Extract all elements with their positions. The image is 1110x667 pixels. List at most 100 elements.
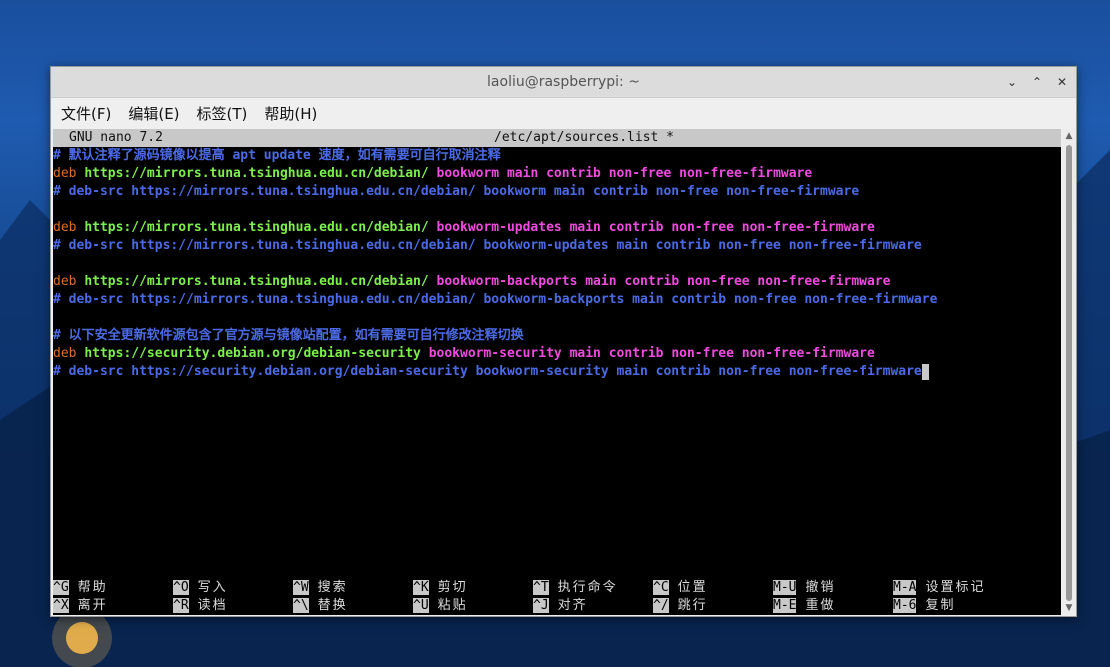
comment-text: # 以下安全更新软件源包含了官方源与镜像站配置，如有需要可自行修改注释切换 (53, 328, 524, 343)
shortcut-label: 粘贴 (437, 598, 468, 613)
shortcut-label: 对齐 (557, 598, 588, 613)
shortcut-key: ^W (293, 580, 309, 595)
shortcut-key: ^/ (653, 598, 669, 613)
scroll-down-icon[interactable]: ▼ (1062, 601, 1076, 615)
deb-keyword: deb (53, 166, 77, 181)
comment-text: # deb-src https://security.debian.org/de… (53, 364, 922, 379)
shortcut-label: 跳行 (677, 598, 708, 613)
shortcut-label: 剪切 (437, 580, 468, 595)
nano-header: GNU nano 7.2 /etc/apt/sources.list * (53, 129, 1061, 147)
shortcut-key: M-U (773, 580, 797, 595)
shortcut-item: M-E 重做 (773, 597, 836, 615)
menu-bar: 文件(F) 编辑(E) 标签(T) 帮助(H) (51, 98, 1076, 128)
nano-filename: /etc/apt/sources.list * (494, 130, 675, 145)
shortcut-label: 执行命令 (557, 580, 618, 595)
deb-keyword: deb (53, 346, 77, 361)
editor-line: deb https://security.debian.org/debian-s… (53, 345, 875, 363)
editor-line: deb https://mirrors.tuna.tsinghua.edu.cn… (53, 165, 812, 183)
shortcut-label: 写入 (197, 580, 228, 595)
shortcut-item: ^K 剪切 (413, 579, 468, 597)
components: main contrib non-free non-free-firmware (569, 220, 875, 235)
comment-text: # deb-src https://mirrors.tuna.tsinghua.… (53, 238, 922, 253)
minimize-chevron-down-icon[interactable]: ⌄ (1004, 74, 1020, 90)
nano-version: GNU nano 7.2 (69, 130, 163, 145)
shortcut-key: ^\ (293, 598, 309, 613)
shortcut-key: M-A (893, 580, 917, 595)
title-bar: laoliu@raspberrypi: ~ ⌄ ⌃ ✕ (51, 67, 1076, 98)
shortcut-item: M-U 撤销 (773, 579, 836, 597)
shortcut-item: ^X 离开 (53, 597, 108, 615)
suite-name: bookworm-backports (436, 274, 578, 289)
shortcut-item: M-6 复制 (893, 597, 956, 615)
shortcut-label: 位置 (677, 580, 708, 595)
shortcut-item: ^O 写入 (173, 579, 228, 597)
window-title: laoliu@raspberrypi: ~ (487, 74, 640, 90)
editor-line: deb https://mirrors.tuna.tsinghua.edu.cn… (53, 273, 890, 291)
shortcut-label: 重做 (805, 598, 836, 613)
repo-url: https://mirrors.tuna.tsinghua.edu.cn/deb… (84, 166, 429, 181)
shortcut-item: ^U 粘贴 (413, 597, 468, 615)
scroll-thumb[interactable] (1066, 145, 1072, 601)
menu-tabs[interactable]: 标签(T) (197, 103, 248, 124)
deb-keyword: deb (53, 220, 77, 235)
shortcut-item: ^G 帮助 (53, 579, 108, 597)
components: main contrib non-free non-free-firmware (585, 274, 891, 289)
close-icon[interactable]: ✕ (1054, 74, 1070, 90)
terminal-area[interactable]: GNU nano 7.2 /etc/apt/sources.list * # 默… (53, 129, 1061, 615)
shortcut-item: ^R 读档 (173, 597, 228, 615)
shortcut-label: 帮助 (77, 580, 108, 595)
shortcut-label: 复制 (925, 598, 956, 613)
deb-keyword: deb (53, 274, 77, 289)
shortcut-item: ^/ 跳行 (653, 597, 708, 615)
shortcut-item: ^T 执行命令 (533, 579, 618, 597)
shortcut-key: ^K (413, 580, 429, 595)
editor-line: # 默认注释了源码镜像以提高 apt update 速度，如有需要可自行取消注释 (53, 147, 501, 165)
maximize-chevron-up-icon[interactable]: ⌃ (1029, 74, 1045, 90)
editor-line: # deb-src https://mirrors.tuna.tsinghua.… (53, 291, 937, 309)
shortcut-item: ^W 搜索 (293, 579, 348, 597)
comment-text: # 默认注释了源码镜像以提高 apt update 速度，如有需要可自行取消注释 (53, 148, 501, 163)
comment-text: # deb-src https://mirrors.tuna.tsinghua.… (53, 292, 938, 307)
shortcut-key: M-E (773, 598, 797, 613)
scrollbar[interactable]: ▲ ▼ (1062, 129, 1076, 615)
editor-line: # deb-src https://security.debian.org/de… (53, 363, 929, 381)
shortcut-key: M-6 (893, 598, 917, 613)
repo-url: https://mirrors.tuna.tsinghua.edu.cn/deb… (84, 274, 429, 289)
components: main contrib non-free non-free-firmware (506, 166, 813, 181)
components: main contrib non-free non-free-firmware (569, 346, 875, 361)
shortcut-key: ^R (173, 598, 189, 613)
terminal-window: laoliu@raspberrypi: ~ ⌄ ⌃ ✕ 文件(F) 编辑(E) … (50, 66, 1077, 617)
shortcut-label: 设置标记 (925, 580, 986, 595)
shortcut-key: ^G (53, 580, 69, 595)
repo-url: https://security.debian.org/debian-secur… (84, 346, 421, 361)
shortcut-item: ^C 位置 (653, 579, 708, 597)
shortcut-item: ^\ 替换 (293, 597, 348, 615)
menu-help[interactable]: 帮助(H) (264, 103, 317, 124)
shortcut-key: ^O (173, 580, 189, 595)
editor-line: # 以下安全更新软件源包含了官方源与镜像站配置，如有需要可自行修改注释切换 (53, 327, 524, 345)
shortcut-row-1: ^G 帮助 ^O 写入 ^W 搜索 ^K 剪切 ^T 执行命令 ^C 位置 M-U 撤销 M-A 设置标记 (53, 579, 1061, 597)
suite-name: bookworm-security (428, 346, 562, 361)
shortcut-key: ^T (533, 580, 549, 595)
shortcut-label: 替换 (317, 598, 348, 613)
shortcut-key: ^J (533, 598, 549, 613)
suite-name: bookworm-updates (436, 220, 562, 235)
repo-url: https://mirrors.tuna.tsinghua.edu.cn/deb… (84, 220, 429, 235)
comment-text: # deb-src https://mirrors.tuna.tsinghua.… (53, 184, 860, 199)
shortcut-key: ^U (413, 598, 429, 613)
scroll-up-icon[interactable]: ▲ (1062, 129, 1076, 143)
menu-edit[interactable]: 编辑(E) (128, 103, 179, 124)
editor-line: # deb-src https://mirrors.tuna.tsinghua.… (53, 183, 859, 201)
shortcut-label: 搜索 (317, 580, 348, 595)
suite-name: bookworm (436, 166, 500, 181)
shortcut-key: ^C (653, 580, 669, 595)
menu-file[interactable]: 文件(F) (61, 103, 111, 124)
editor-line: deb https://mirrors.tuna.tsinghua.edu.cn… (53, 219, 875, 237)
shortcut-label: 离开 (77, 598, 108, 613)
shortcut-key: ^X (53, 598, 69, 613)
shortcut-label: 读档 (197, 598, 228, 613)
shortcut-label: 撤销 (805, 580, 836, 595)
shortcut-item: M-A 设置标记 (893, 579, 986, 597)
shortcut-item: ^J 对齐 (533, 597, 588, 615)
shortcut-row-2: ^X 离开 ^R 读档 ^\ 替换 ^U 粘贴 ^J 对齐 ^/ 跳行 M-E 重做 M-6 复制 (53, 597, 1061, 615)
